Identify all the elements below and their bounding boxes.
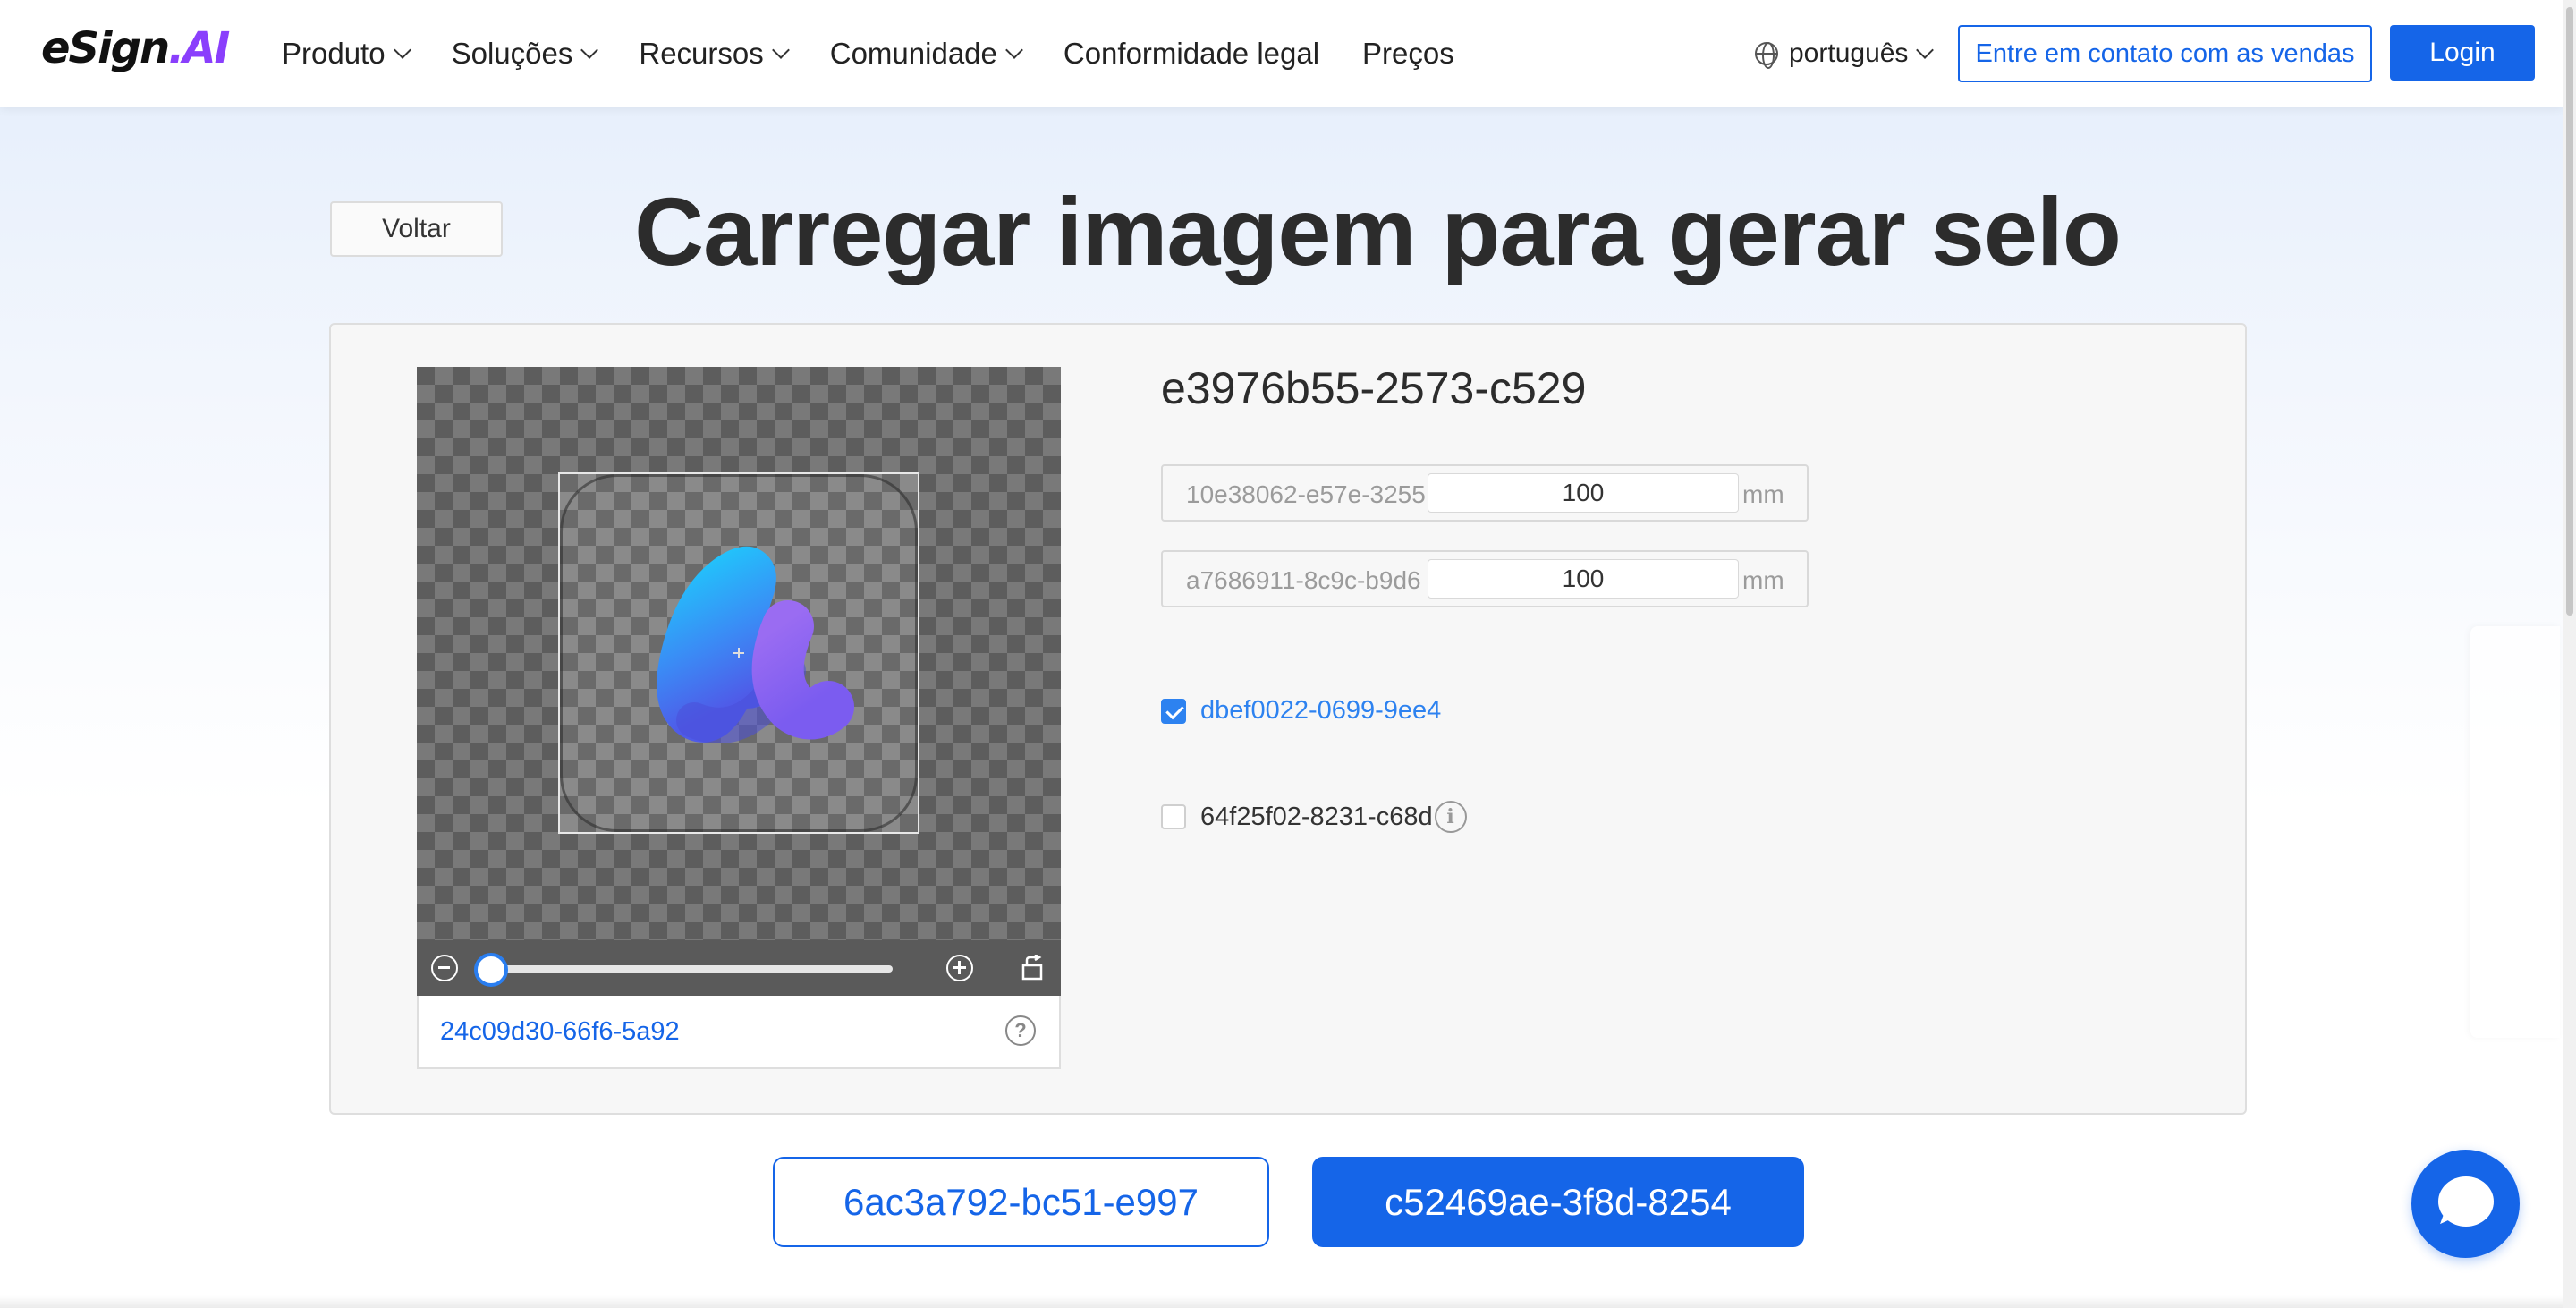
language-selector[interactable]: português bbox=[1755, 34, 1935, 73]
side-floating-panel bbox=[2470, 626, 2560, 1038]
esign-ai-logo[interactable]: eSign.AI bbox=[41, 23, 230, 73]
nav-item-label: Conformidade legal bbox=[1063, 37, 1320, 70]
chevron-down-icon bbox=[1916, 41, 1935, 59]
option-checkbox-2[interactable]: 64f25f02-8231-c68d i bbox=[1161, 801, 1467, 833]
zoom-slider-handle[interactable] bbox=[474, 953, 508, 987]
zoom-in-icon[interactable] bbox=[946, 955, 973, 981]
checkbox-unchecked[interactable] bbox=[1161, 804, 1186, 829]
crop-center-marker bbox=[733, 648, 744, 658]
width-field: 10e38062-e57e-3255 mm bbox=[1161, 464, 1809, 522]
nav-item-label: Comunidade bbox=[829, 37, 997, 70]
chevron-down-icon bbox=[393, 41, 411, 59]
scrollbar-thumb[interactable] bbox=[2566, 7, 2573, 616]
logo-dot: . bbox=[168, 23, 184, 73]
bottom-divider bbox=[0, 1295, 2563, 1308]
nav-item-label: Recursos bbox=[639, 37, 764, 70]
option-2-label: 64f25f02-8231-c68d bbox=[1200, 802, 1433, 831]
nav-item-conformidade-legal[interactable]: Conformidade legal bbox=[1063, 37, 1319, 71]
zoom-out-icon[interactable] bbox=[431, 955, 458, 981]
nav-item-precos[interactable]: Preços bbox=[1362, 37, 1454, 71]
nav-item-label: Produto bbox=[282, 37, 386, 70]
nav-item-comunidade[interactable]: Comunidade bbox=[829, 37, 1023, 71]
info-icon[interactable]: i bbox=[1434, 801, 1467, 833]
globe-icon bbox=[1755, 42, 1778, 69]
option-checkbox-1[interactable]: dbef0022-0699-9ee4 bbox=[1161, 696, 1441, 726]
image-crop-area[interactable] bbox=[417, 367, 1061, 996]
chevron-down-icon bbox=[580, 41, 599, 59]
nav-item-label: Preços bbox=[1362, 37, 1454, 70]
top-navbar: eSign.AI Produto Soluções Recursos Comun… bbox=[0, 0, 2563, 107]
contact-sales-button[interactable]: Entre em contato com as vendas bbox=[1958, 25, 2372, 82]
height-input[interactable] bbox=[1428, 559, 1739, 599]
back-button[interactable]: Voltar bbox=[330, 201, 503, 257]
chat-widget-button[interactable] bbox=[2411, 1150, 2520, 1258]
checkbox-checked[interactable] bbox=[1161, 698, 1186, 724]
option-1-label: dbef0022-0699-9ee4 bbox=[1200, 696, 1442, 725]
nav-item-recursos[interactable]: Recursos bbox=[639, 37, 790, 71]
logo-main-text: eSign bbox=[41, 23, 170, 73]
crop-footer-link[interactable]: 24c09d30-66f6-5a92 bbox=[440, 1017, 680, 1047]
secondary-action-button[interactable]: 6ac3a792-bc51-e997 bbox=[773, 1157, 1269, 1247]
help-icon[interactable]: ? bbox=[1005, 1015, 1036, 1046]
zoom-slider-track[interactable] bbox=[494, 965, 893, 973]
page-scrollbar[interactable] bbox=[2563, 0, 2576, 1308]
language-label: português bbox=[1789, 38, 1909, 68]
rotate-icon[interactable] bbox=[1020, 955, 1046, 981]
nav-item-label: Soluções bbox=[451, 37, 573, 70]
login-button[interactable]: Login bbox=[2390, 25, 2535, 81]
chevron-down-icon bbox=[1004, 41, 1023, 59]
main-nav: Produto Soluções Recursos Comunidade Con… bbox=[282, 0, 1497, 107]
uploaded-image bbox=[657, 547, 854, 743]
logo-ai-text: AI bbox=[182, 23, 230, 73]
page-title: Carregar imagem para gerar selo bbox=[634, 177, 2122, 285]
crop-toolbar bbox=[417, 940, 1061, 996]
width-input[interactable] bbox=[1428, 473, 1739, 513]
nav-item-produto[interactable]: Produto bbox=[282, 37, 411, 71]
width-label: 10e38062-e57e-3255 bbox=[1186, 480, 1426, 508]
height-unit: mm bbox=[1742, 566, 1784, 594]
width-unit: mm bbox=[1742, 480, 1784, 508]
crop-footer: 24c09d30-66f6-5a92 ? bbox=[417, 996, 1061, 1069]
asset-title: e3976b55-2573-c529 bbox=[1161, 363, 1587, 413]
height-field: a7686911-8c9c-b9d6 mm bbox=[1161, 550, 1809, 607]
chevron-down-icon bbox=[771, 41, 790, 59]
primary-action-button[interactable]: c52469ae-3f8d-8254 bbox=[1312, 1157, 1804, 1247]
nav-item-solucoes[interactable]: Soluções bbox=[451, 37, 599, 71]
crop-selection-box[interactable] bbox=[558, 472, 919, 834]
height-label: a7686911-8c9c-b9d6 bbox=[1186, 566, 1421, 594]
